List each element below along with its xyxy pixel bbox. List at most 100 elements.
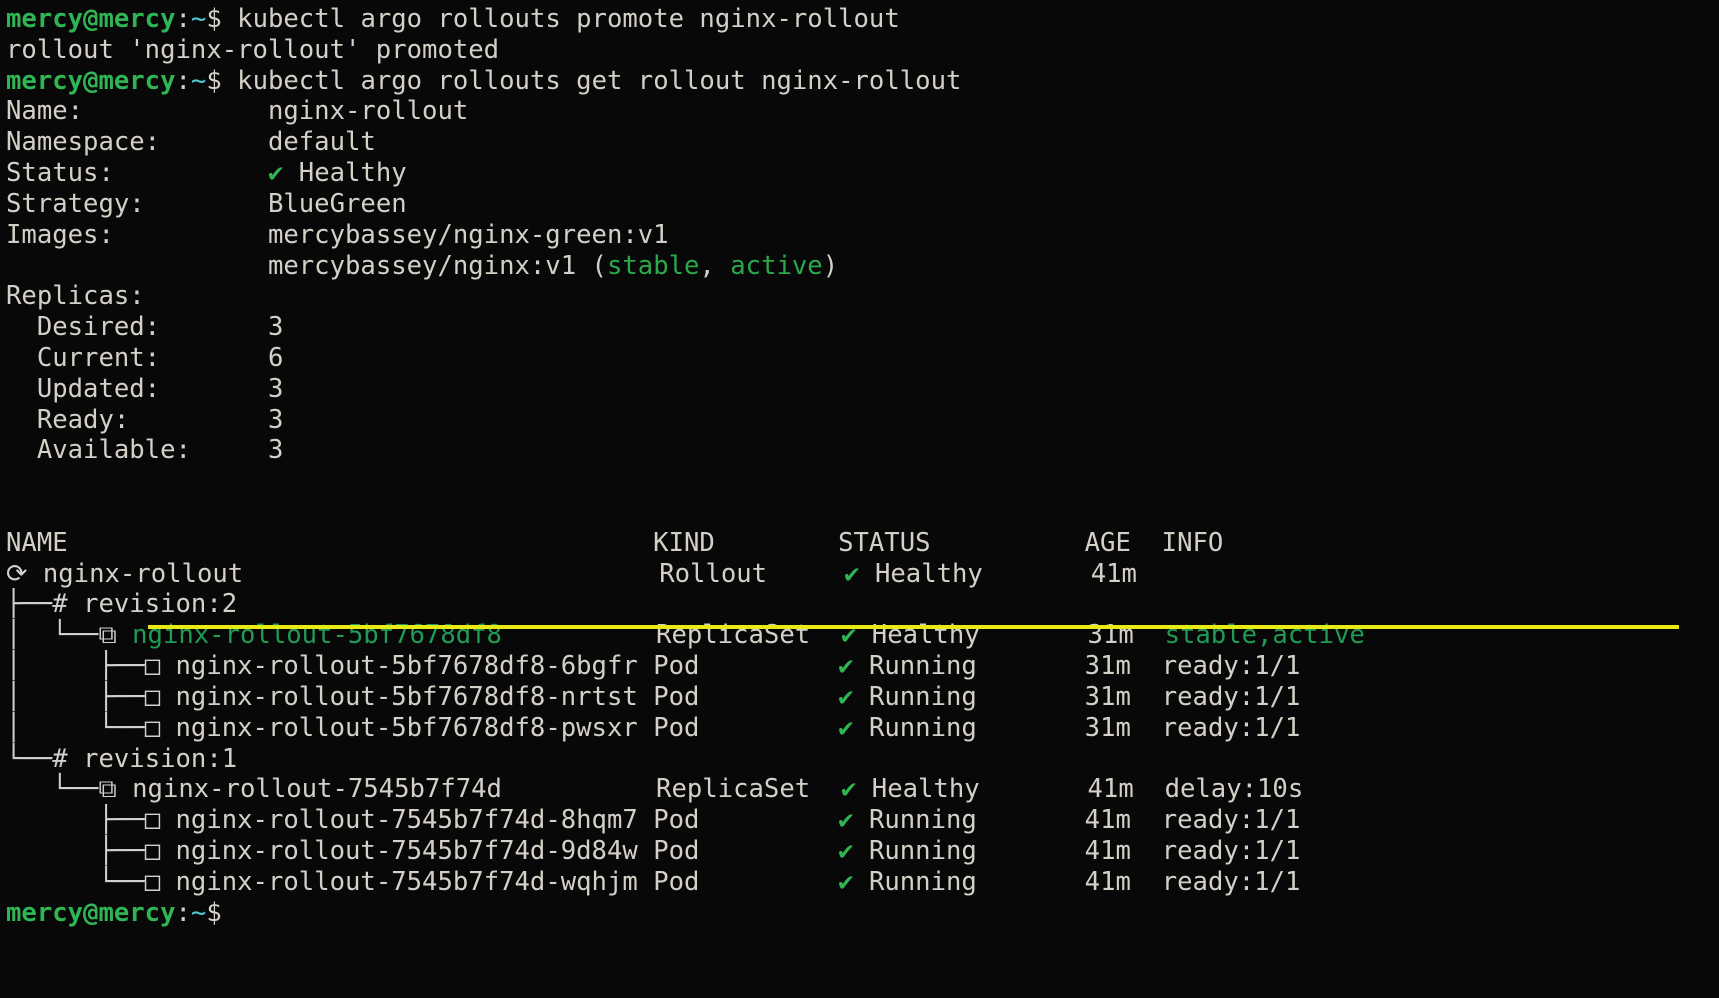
pod-icon: □ bbox=[144, 866, 161, 897]
command-output: rollout 'nginx-rollout' promoted bbox=[6, 34, 500, 65]
field-label: Status: bbox=[6, 158, 268, 189]
command-text: kubectl argo rollouts get rollout nginx-… bbox=[237, 65, 962, 96]
rollout-field: Strategy: BlueGreen bbox=[6, 189, 1365, 220]
resource-name[interactable]: nginx-rollout-5bf7678df8-nrtst bbox=[160, 682, 638, 712]
field-label: Name: bbox=[6, 96, 268, 127]
table-row: ├──# revision:2 bbox=[6, 589, 1365, 620]
resource-status: Healthy bbox=[859, 558, 1091, 589]
resource-kind: Pod bbox=[653, 651, 839, 682]
resource-info: ready:1/1 bbox=[1161, 805, 1301, 836]
replica-label: Available: bbox=[6, 435, 268, 466]
column-header-name: NAME bbox=[6, 527, 654, 558]
check-icon: ✔ bbox=[840, 774, 857, 805]
replica-value: 3 bbox=[267, 373, 284, 404]
replica-row: Current: 6 bbox=[6, 343, 1365, 374]
tree-branch: ├── bbox=[6, 835, 145, 866]
resource-info: ready:1/1 bbox=[1161, 651, 1301, 682]
resource-kind: Pod bbox=[653, 805, 839, 836]
output-line: rollout 'nginx-rollout' promoted bbox=[6, 35, 1365, 66]
column-header-kind: KIND bbox=[653, 527, 839, 558]
tree-branch: │ ├── bbox=[6, 681, 145, 712]
rollout-icon: ⟳ bbox=[6, 558, 28, 589]
replicaset-icon: ⧉ bbox=[98, 620, 117, 651]
check-icon: ✔ bbox=[838, 835, 854, 866]
resource-status: Running bbox=[853, 866, 1085, 897]
prompt-user: mercy@mercy bbox=[6, 65, 176, 96]
resource-name[interactable]: revision:2 bbox=[68, 589, 237, 619]
tree-branch: └── bbox=[6, 743, 53, 774]
rollout-field: Name: nginx-rollout bbox=[6, 96, 1365, 127]
resource-status: Running bbox=[853, 835, 1085, 866]
replica-label: Ready: bbox=[6, 404, 268, 435]
prompt-symbol: $ bbox=[206, 897, 238, 928]
resource-info: ready:1/1 bbox=[1161, 835, 1301, 866]
prompt-symbol: $ bbox=[206, 65, 238, 96]
resource-kind: Pod bbox=[653, 712, 839, 743]
resource-name[interactable]: nginx-rollout-7545b7f74d-8hqm7 bbox=[160, 805, 638, 835]
image-tag-open: ( bbox=[576, 250, 607, 281]
table-row: │ ├──□ nginx-rollout-5bf7678df8-6bgfr Po… bbox=[6, 651, 1365, 682]
command-line: mercy@mercy:~$ kubectl argo rollouts get… bbox=[6, 66, 1365, 97]
prompt-path: ~ bbox=[190, 65, 207, 96]
replica-row: Desired: 3 bbox=[6, 312, 1365, 343]
check-icon: ✔ bbox=[838, 681, 854, 712]
resource-age: 31m bbox=[1084, 651, 1162, 682]
resource-name[interactable]: nginx-rollout-5bf7678df8-pwsxr bbox=[160, 713, 638, 743]
field-value: BlueGreen bbox=[267, 188, 407, 219]
prompt-user: mercy@mercy bbox=[6, 897, 176, 928]
table-row: ⟳ nginx-rollout Rollout ✔ Healthy 41m bbox=[6, 559, 1365, 590]
prompt-path: ~ bbox=[190, 897, 207, 928]
image-tag-sep: , bbox=[699, 250, 731, 281]
resource-name[interactable]: nginx-rollout-7545b7f74d-wqhjm bbox=[160, 867, 638, 897]
check-icon: ✔ bbox=[838, 712, 854, 743]
prompt-user: mercy@mercy bbox=[6, 4, 176, 34]
tree-branch: ├── bbox=[6, 589, 53, 620]
command-line: mercy@mercy:~$ kubectl argo rollouts pro… bbox=[6, 4, 1365, 35]
replica-value: 6 bbox=[267, 342, 284, 373]
terminal-screen: mercy@mercy:~$ kubectl argo rollouts pro… bbox=[6, 4, 1365, 928]
resource-info: ready:1/1 bbox=[1161, 681, 1301, 712]
tree-branch: ├── bbox=[6, 805, 145, 836]
replica-row: Available: 3 bbox=[6, 435, 1365, 466]
replicaset-icon: ⧉ bbox=[98, 774, 117, 805]
check-icon: ✔ bbox=[838, 866, 854, 897]
prompt-colon: : bbox=[175, 65, 191, 96]
tree-branch: │ └── bbox=[6, 620, 99, 651]
prompt-symbol: $ bbox=[206, 4, 238, 34]
table-row: └──□ nginx-rollout-7545b7f74d-wqhjm Pod … bbox=[6, 867, 1365, 898]
resource-kind: ReplicaSet bbox=[656, 774, 841, 805]
replica-row: Ready: 3 bbox=[6, 405, 1365, 436]
rollout-field: Namespace: default bbox=[6, 127, 1365, 158]
replica-value: 3 bbox=[267, 312, 284, 343]
resource-name[interactable]: nginx-rollout-7545b7f74d-9d84w bbox=[160, 836, 638, 866]
resource-age: 41m bbox=[1084, 805, 1162, 836]
tree-branch: │ └── bbox=[6, 712, 145, 743]
image-name: mercybassey/nginx:v1 bbox=[267, 250, 577, 281]
resource-age bbox=[1085, 589, 1162, 619]
resource-name[interactable]: revision:1 bbox=[68, 744, 237, 774]
resource-age bbox=[1085, 744, 1162, 774]
resource-status: Running bbox=[853, 681, 1085, 712]
resource-kind: Pod bbox=[653, 866, 839, 897]
resource-status: Running bbox=[853, 651, 1085, 682]
resource-name[interactable]: nginx-rollout bbox=[27, 559, 243, 589]
field-label: Namespace: bbox=[6, 127, 268, 158]
pod-icon: □ bbox=[144, 835, 161, 866]
replica-value: 3 bbox=[267, 435, 284, 466]
resource-age: 41m bbox=[1090, 558, 1168, 589]
table-row: │ └──□ nginx-rollout-5bf7678df8-pwsxr Po… bbox=[6, 713, 1365, 744]
resource-age: 41m bbox=[1084, 866, 1162, 897]
prompt-path: ~ bbox=[190, 4, 207, 34]
terminal-window[interactable]: mercy@mercy:~$ kubectl argo rollouts pro… bbox=[0, 0, 1719, 998]
resource-kind: Pod bbox=[653, 681, 839, 712]
resource-name[interactable]: nginx-rollout-7545b7f74d bbox=[117, 774, 502, 804]
pod-icon: □ bbox=[144, 651, 161, 682]
rollout-field: Status: ✔ Healthy bbox=[6, 158, 1365, 189]
resource-name[interactable]: nginx-rollout-5bf7678df8-6bgfr bbox=[160, 651, 638, 681]
table-row: │ ├──□ nginx-rollout-5bf7678df8-nrtst Po… bbox=[6, 682, 1365, 713]
table-header: NAME KIND STATUS AGE INFO bbox=[6, 528, 1365, 559]
field-value: Healthy bbox=[283, 158, 407, 189]
image-line: Images: mercybassey/nginx-green:v1 bbox=[6, 220, 1365, 251]
